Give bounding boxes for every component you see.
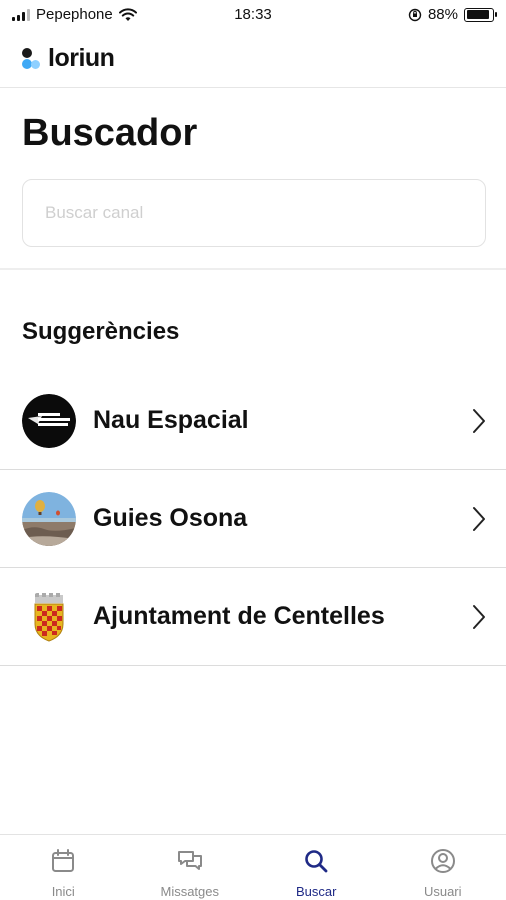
tab-inici[interactable]: Inici xyxy=(0,835,127,900)
battery-percent: 88% xyxy=(427,6,458,23)
suggestions-title: Suggerències xyxy=(22,318,180,345)
list-item[interactable]: Ajuntament de Centelles xyxy=(0,568,506,666)
nau-espacial-logo xyxy=(22,394,76,448)
centelles-avatar xyxy=(22,590,76,644)
chevron-right-icon xyxy=(473,605,485,629)
tab-label: Missatges xyxy=(160,884,220,899)
logo-text: loriun xyxy=(48,44,115,72)
search-input[interactable] xyxy=(23,180,485,246)
list-item-label: Guies Osona xyxy=(93,504,248,532)
chevron-right-icon xyxy=(473,409,485,433)
tab-missatges[interactable]: Missatges xyxy=(127,835,254,900)
guies-osona-avatar xyxy=(22,492,76,546)
section-divider xyxy=(0,268,506,270)
tab-label: Inici xyxy=(51,884,75,899)
battery-level xyxy=(466,10,489,19)
list-item[interactable]: Guies Osona xyxy=(0,470,506,568)
orientation-lock-icon xyxy=(408,8,422,21)
page-title: Buscador xyxy=(22,112,198,154)
search-box[interactable] xyxy=(22,179,486,247)
suggestions-list: Nau Espacial Guies Osona Ajuntament de C… xyxy=(0,372,506,666)
list-item-label: Ajuntament de Centelles xyxy=(93,602,385,630)
tab-buscar[interactable]: Buscar xyxy=(253,835,380,900)
list-item-label: Nau Espacial xyxy=(93,406,249,434)
centelles-coat-of-arms xyxy=(22,590,76,644)
search-icon xyxy=(305,850,328,873)
chevron-right-icon xyxy=(473,507,485,531)
tab-label: Buscar xyxy=(296,884,337,899)
battery-icon xyxy=(464,7,497,22)
tab-usuari[interactable]: Usuari xyxy=(380,835,506,900)
tab-bar: Inici Missatges Buscar Usuari xyxy=(0,834,506,900)
chat-icon xyxy=(177,851,202,870)
calendar-icon xyxy=(52,849,75,872)
status-right: 88% xyxy=(408,6,497,23)
guies-osona-photo xyxy=(22,492,76,546)
tab-label: Usuari xyxy=(423,884,462,899)
status-bar: Pepephone 18:33 88% xyxy=(0,0,506,30)
nau-espacial-avatar xyxy=(22,394,76,448)
logo-mark-icon xyxy=(22,47,42,70)
app-logo[interactable]: loriun xyxy=(22,44,115,73)
user-icon xyxy=(430,849,455,873)
app-header: loriun xyxy=(0,30,506,88)
list-item[interactable]: Nau Espacial xyxy=(0,372,506,470)
